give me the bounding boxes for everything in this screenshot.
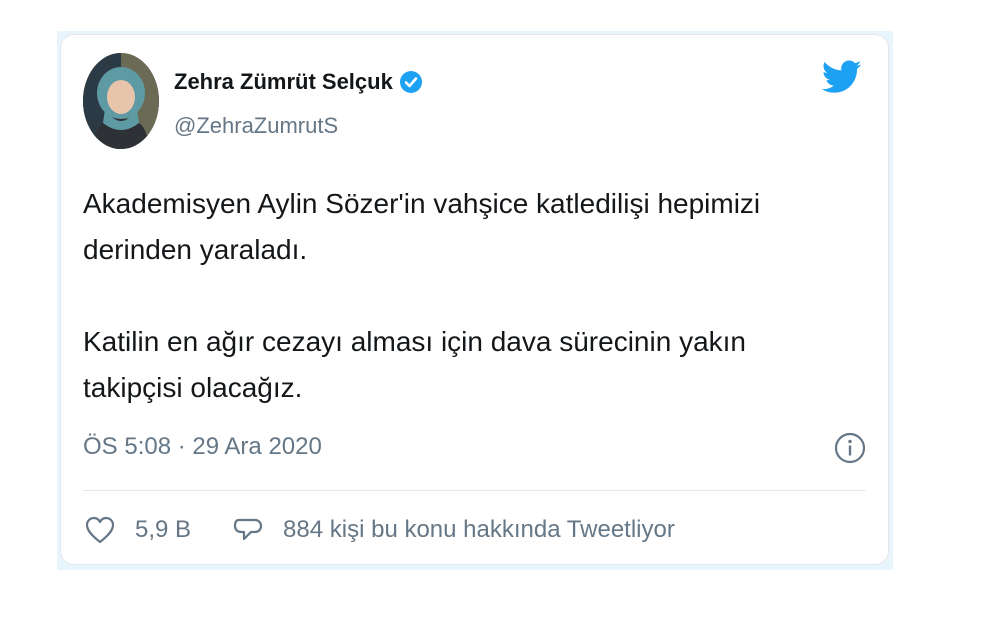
author-name[interactable]: Zehra Zümrüt Selçuk xyxy=(174,69,393,95)
reply-button[interactable]: 884 kişi bu konu hakkında Tweetliyor xyxy=(231,513,675,547)
tweet-actions: 5,9 B 884 kişi bu konu hakkında Tweetliy… xyxy=(83,513,675,547)
divider xyxy=(83,490,866,491)
like-count: 5,9 B xyxy=(135,516,192,543)
info-icon[interactable] xyxy=(833,431,867,465)
twitter-bird-icon[interactable] xyxy=(822,59,862,95)
avatar[interactable] xyxy=(83,53,159,149)
verified-badge-icon xyxy=(399,71,422,93)
tweet-timestamp[interactable]: ÖS 5:08 · 29 Ara 2020 xyxy=(83,433,322,461)
speech-bubble-icon xyxy=(233,518,263,541)
like-button[interactable]: 5,9 B xyxy=(83,513,191,547)
heart-icon xyxy=(85,516,115,544)
author-handle[interactable]: @ZehraZumrutS xyxy=(174,113,338,139)
tweet-card[interactable]: Zehra Zümrüt Selçuk @ZehraZumrutS Akadem… xyxy=(60,34,889,565)
tweet-text: Akademisyen Aylin Sözer'in vahşice katle… xyxy=(83,188,761,403)
conversation-text: 884 kişi bu konu hakkında Tweetliyor xyxy=(283,516,675,543)
